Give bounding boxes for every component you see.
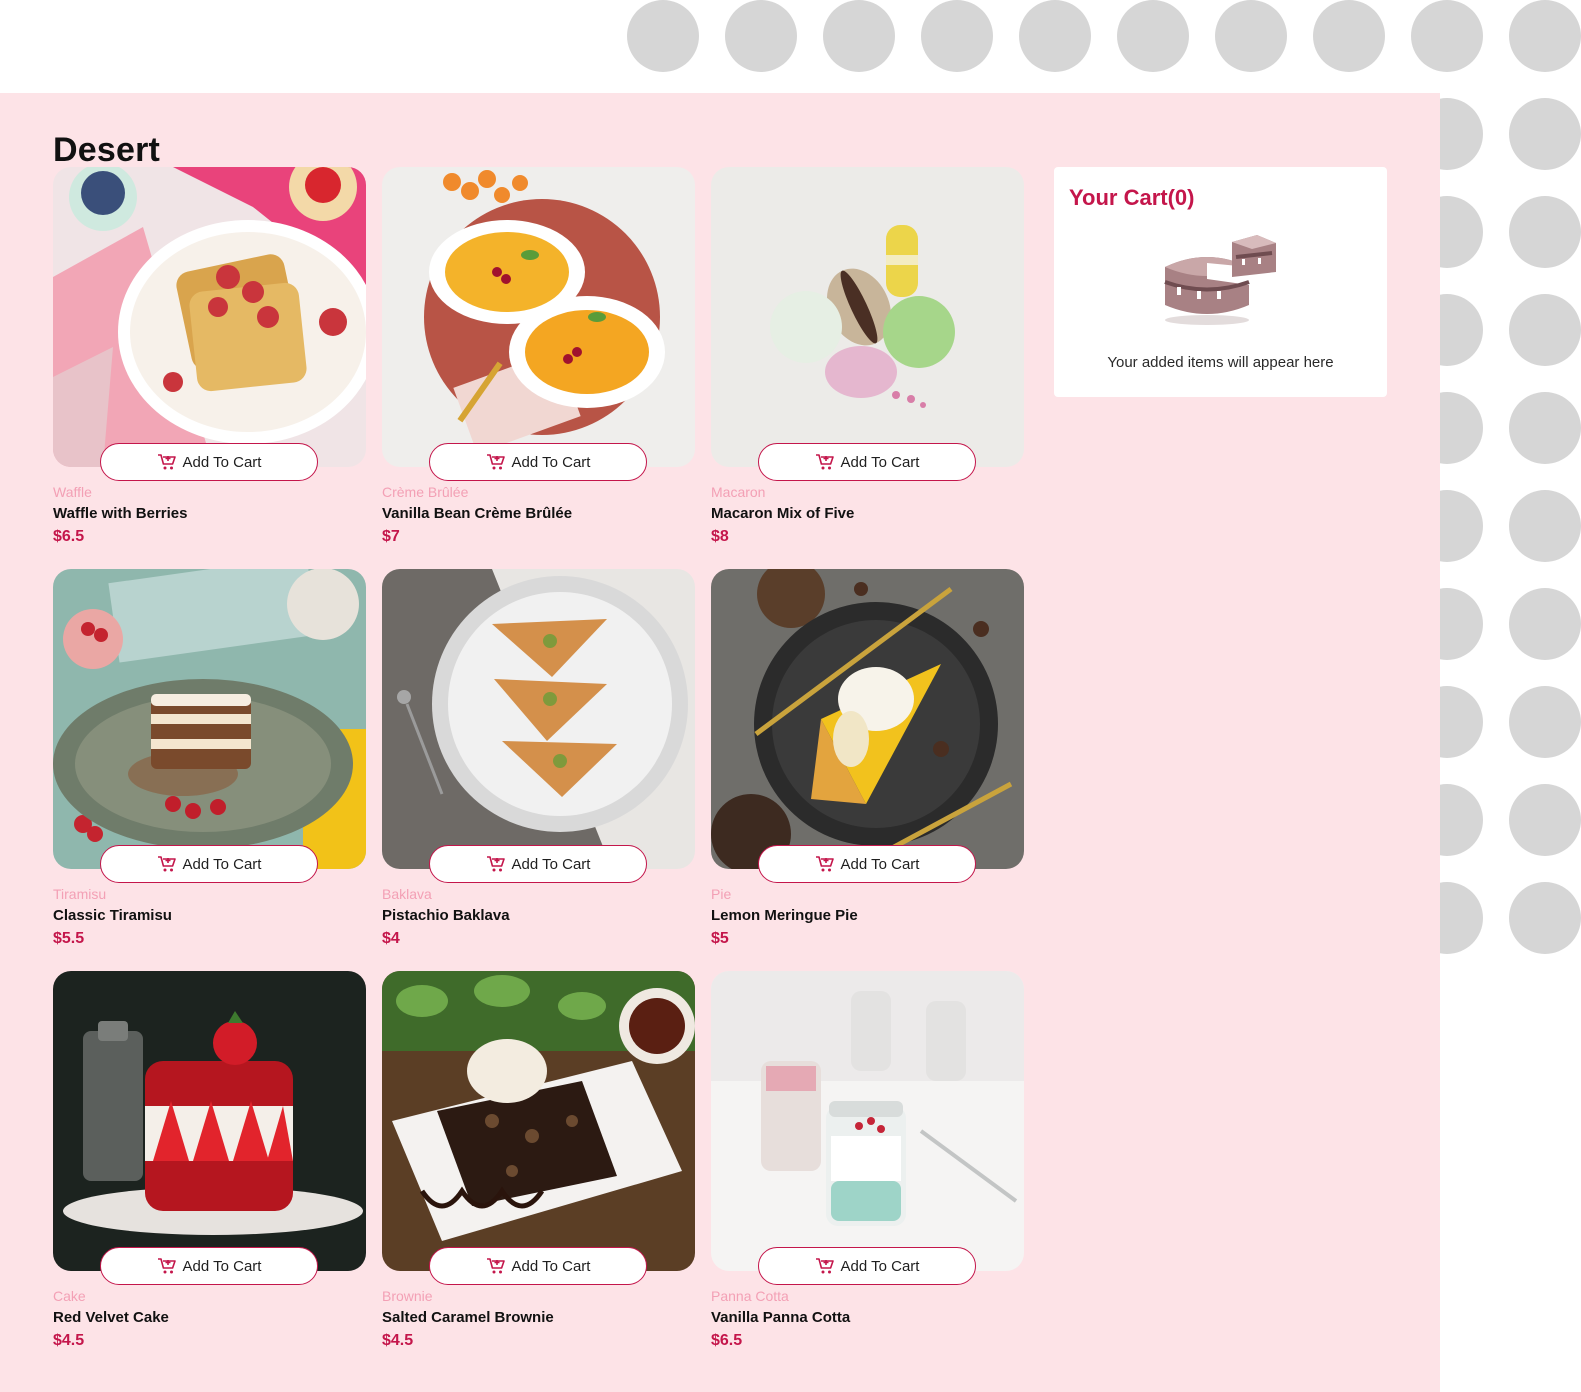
product-name: Waffle with Berries bbox=[53, 505, 188, 522]
cake-image bbox=[53, 971, 366, 1271]
product-price: $5.5 bbox=[53, 930, 85, 947]
add-to-cart-button[interactable]: Add To Cart bbox=[100, 1247, 318, 1285]
product-category: Panna Cotta bbox=[711, 1288, 789, 1304]
add-to-cart-label: Add To Cart bbox=[840, 855, 920, 873]
add-to-cart-button[interactable]: Add To Cart bbox=[758, 443, 976, 481]
add-to-cart-icon bbox=[815, 1258, 834, 1274]
add-to-cart-icon bbox=[486, 856, 505, 872]
product-card: Add To Cart Brownie Salted Caramel Brown… bbox=[382, 971, 695, 1356]
add-to-cart-label: Add To Cart bbox=[182, 855, 262, 873]
product-card: Add To Cart Crème Brûlée Vanilla Bean Cr… bbox=[382, 167, 695, 552]
product-card: Add To Cart Macaron Macaron Mix of Five … bbox=[711, 167, 1024, 552]
cart-panel: Your Cart(0) Your added items will appea… bbox=[1054, 167, 1387, 397]
product-price: $7 bbox=[382, 528, 400, 545]
product-price: $8 bbox=[711, 528, 729, 545]
product-card: Add To Cart Waffle Waffle with Berries $… bbox=[53, 167, 366, 552]
creme-brulee-image bbox=[382, 167, 695, 467]
product-name: Vanilla Bean Crème Brûlée bbox=[382, 505, 573, 522]
page-title: Desert bbox=[53, 131, 161, 169]
product-name: Pistachio Baklava bbox=[382, 907, 510, 924]
cart-empty-message: Your added items will appear here bbox=[1107, 354, 1334, 371]
product-name: Salted Caramel Brownie bbox=[382, 1309, 554, 1326]
product-card: Add To Cart Baklava Pistachio Baklava $4 bbox=[382, 569, 695, 954]
product-category: Waffle bbox=[53, 484, 92, 500]
add-to-cart-label: Add To Cart bbox=[182, 453, 262, 471]
add-to-cart-icon bbox=[157, 454, 176, 470]
pie-image bbox=[711, 569, 1024, 869]
dessert-menu-panel: Desert Add To Cart Waffle Waffle with Be… bbox=[0, 93, 1440, 1392]
product-card: Add To Cart Tiramisu Classic Tiramisu $5… bbox=[53, 569, 366, 954]
waffle-image bbox=[53, 167, 366, 467]
add-to-cart-label: Add To Cart bbox=[511, 855, 591, 873]
add-to-cart-button[interactable]: Add To Cart bbox=[429, 443, 647, 481]
add-to-cart-icon bbox=[815, 454, 834, 470]
product-card: Add To Cart Panna Cotta Vanilla Panna Co… bbox=[711, 971, 1024, 1356]
product-price: $4.5 bbox=[53, 1332, 85, 1349]
add-to-cart-icon bbox=[486, 1258, 505, 1274]
product-name: Macaron Mix of Five bbox=[711, 505, 855, 522]
product-price: $4 bbox=[382, 930, 400, 947]
add-to-cart-label: Add To Cart bbox=[840, 453, 920, 471]
product-card: Add To Cart Cake Red Velvet Cake $4.5 bbox=[53, 971, 366, 1356]
product-card: Add To Cart Pie Lemon Meringue Pie $5 bbox=[711, 569, 1024, 954]
product-price: $6.5 bbox=[711, 1332, 743, 1349]
tiramisu-image bbox=[53, 569, 366, 869]
add-to-cart-label: Add To Cart bbox=[182, 1257, 262, 1275]
product-category: Macaron bbox=[711, 484, 766, 500]
product-category: Cake bbox=[53, 1288, 86, 1304]
product-name: Lemon Meringue Pie bbox=[711, 907, 858, 924]
add-to-cart-label: Add To Cart bbox=[840, 1257, 920, 1275]
add-to-cart-button[interactable]: Add To Cart bbox=[100, 845, 318, 883]
product-price: $4.5 bbox=[382, 1332, 414, 1349]
product-category: Tiramisu bbox=[53, 886, 107, 902]
add-to-cart-button[interactable]: Add To Cart bbox=[429, 845, 647, 883]
add-to-cart-label: Add To Cart bbox=[511, 453, 591, 471]
add-to-cart-button[interactable]: Add To Cart bbox=[100, 443, 318, 481]
add-to-cart-icon bbox=[157, 1258, 176, 1274]
brownie-image bbox=[382, 971, 695, 1271]
macaron-image bbox=[711, 167, 1024, 467]
product-name: Classic Tiramisu bbox=[53, 907, 172, 924]
product-category: Baklava bbox=[382, 886, 432, 902]
baklava-image bbox=[382, 569, 695, 869]
product-category: Brownie bbox=[382, 1288, 433, 1304]
empty-cart-cake-icon bbox=[1164, 235, 1276, 325]
product-price: $6.5 bbox=[53, 528, 85, 545]
add-to-cart-icon bbox=[157, 856, 176, 872]
add-to-cart-label: Add To Cart bbox=[511, 1257, 591, 1275]
product-name: Vanilla Panna Cotta bbox=[711, 1309, 851, 1326]
add-to-cart-icon bbox=[486, 454, 505, 470]
product-category: Pie bbox=[711, 886, 732, 902]
add-to-cart-button[interactable]: Add To Cart bbox=[429, 1247, 647, 1285]
add-to-cart-button[interactable]: Add To Cart bbox=[758, 845, 976, 883]
cart-title: Your Cart(0) bbox=[1069, 185, 1195, 210]
add-to-cart-icon bbox=[815, 856, 834, 872]
add-to-cart-button[interactable]: Add To Cart bbox=[758, 1247, 976, 1285]
product-category: Crème Brûlée bbox=[382, 484, 469, 500]
product-name: Red Velvet Cake bbox=[53, 1309, 169, 1326]
panna-cotta-image bbox=[711, 971, 1024, 1271]
product-price: $5 bbox=[711, 930, 729, 947]
